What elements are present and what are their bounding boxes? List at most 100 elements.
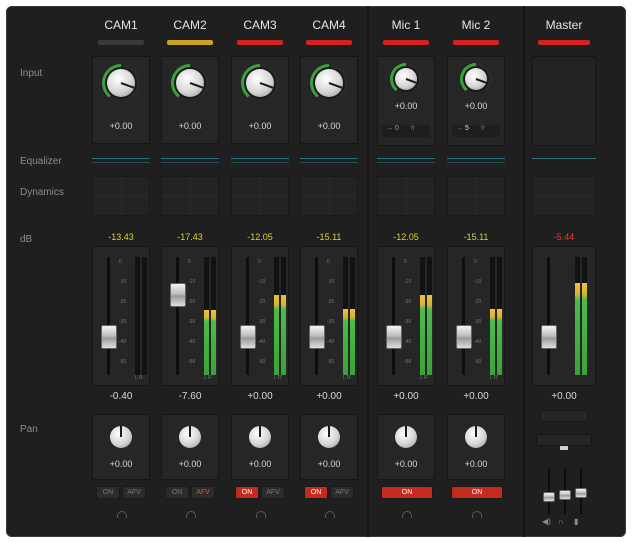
- fader-panel: 0 -10 -20 -30 -40 -50 L R: [231, 246, 289, 386]
- dynamics-graph[interactable]: [447, 176, 505, 216]
- afv-button[interactable]: AFV: [122, 486, 146, 499]
- channel-tally-bar: [383, 40, 429, 45]
- monitor-fader[interactable]: [575, 488, 587, 498]
- monitor-fader[interactable]: [543, 492, 555, 502]
- afv-button[interactable]: AFV: [261, 486, 285, 499]
- equalizer-graph[interactable]: [300, 158, 358, 159]
- headphones-icon[interactable]: [325, 511, 335, 518]
- headphones-icon[interactable]: [186, 511, 196, 518]
- equalizer-graph-line: [300, 162, 358, 163]
- input-gain-panel: +0.00: [92, 56, 150, 144]
- headphones-icon[interactable]: [256, 511, 266, 518]
- channel-name: Mic 1: [391, 18, 421, 32]
- pan-value: +0.00: [317, 459, 341, 469]
- microphone-icon[interactable]: ▮: [574, 517, 578, 526]
- dynamics-graph[interactable]: [532, 176, 596, 216]
- channel-strip: CAM3 +0.00 -12.05 0 -10 -20 -30 -40 -50 L R +0.00 +…: [227, 6, 293, 537]
- audio-delay-control[interactable]: → 0 fr: [382, 125, 430, 137]
- master-option-button[interactable]: [540, 410, 588, 422]
- dynamics-graph[interactable]: [161, 176, 219, 216]
- pan-value: +0.00: [109, 459, 133, 469]
- on-button[interactable]: ON: [304, 486, 328, 499]
- monitor-level-indicator: [560, 446, 568, 450]
- equalizer-graph[interactable]: [92, 158, 150, 159]
- afv-button[interactable]: AFV: [191, 486, 215, 499]
- equalizer-graph[interactable]: [447, 158, 505, 159]
- fader-track: [315, 257, 318, 375]
- input-gain-value: +0.00: [109, 121, 133, 131]
- fader-panel: 0 -10 -20 -30 -40 -50 L R: [92, 246, 150, 386]
- level-meter: [135, 257, 140, 375]
- pan-knob-indicator: [259, 426, 261, 437]
- channel-strip: Mic 1 +0.00 → 0 fr -12.05 0 -10 -20 -30 -40 -50 L R…: [373, 6, 439, 537]
- fader-level-value: +0.00: [393, 391, 419, 402]
- equalizer-graph[interactable]: [377, 158, 435, 159]
- fader-scale-tick: -40: [119, 339, 127, 345]
- master-strip: Master -5.44 +0.00 ◀) ∩ ▮: [528, 6, 600, 537]
- equalizer-graph[interactable]: [161, 158, 219, 159]
- input-gain-value: +0.00: [317, 121, 341, 131]
- pan-knob-indicator: [475, 426, 477, 437]
- level-meter: [490, 257, 495, 375]
- fader-scale-tick: 0: [327, 259, 330, 265]
- pan-value: +0.00: [178, 459, 202, 469]
- dynamics-graph[interactable]: [92, 176, 150, 216]
- dynamics-grid-v: [190, 177, 191, 215]
- pan-panel: +0.00: [92, 414, 150, 480]
- meter-channel-label: L R: [135, 375, 143, 381]
- headphones-icon[interactable]: [402, 511, 412, 518]
- pan-knob-indicator: [328, 426, 330, 437]
- headphones-icon[interactable]: ∩: [558, 517, 564, 526]
- equalizer-graph[interactable]: [231, 158, 289, 159]
- on-button[interactable]: ON: [165, 486, 189, 499]
- fader-panel: 0 -10 -20 -30 -40 -50 L R: [300, 246, 358, 386]
- fader-scale-tick: -40: [474, 339, 482, 345]
- input-gain-panel: +0.00 → 5 fr: [447, 56, 505, 146]
- peak-level-readout: -17.43: [177, 232, 203, 242]
- fader-scale-tick: -30: [327, 319, 335, 325]
- pan-panel: +0.00: [377, 414, 435, 480]
- dynamics-graph[interactable]: [300, 176, 358, 216]
- level-meter-fill: [490, 309, 495, 375]
- pan-value: +0.00: [464, 459, 488, 469]
- dynamics-graph[interactable]: [377, 176, 435, 216]
- master-volume-fader[interactable]: [541, 325, 557, 349]
- on-button[interactable]: ON: [96, 486, 120, 499]
- on-button[interactable]: ON: [451, 486, 503, 499]
- dynamics-grid-v: [406, 177, 407, 215]
- input-gain-value: +0.00: [248, 121, 272, 131]
- speaker-icon[interactable]: ◀): [542, 517, 551, 526]
- equalizer-graph[interactable]: [532, 158, 596, 159]
- channel-name: CAM4: [312, 18, 346, 32]
- level-meter: [497, 257, 502, 375]
- volume-fader[interactable]: [240, 325, 256, 349]
- channel-name: Mic 2: [461, 18, 491, 32]
- section-divider: [523, 6, 525, 537]
- dynamics-graph[interactable]: [231, 176, 289, 216]
- equalizer-graph-line: [447, 162, 505, 163]
- master-monitor-button[interactable]: [536, 434, 592, 446]
- volume-fader[interactable]: [170, 283, 186, 307]
- fader-level-value: +0.00: [463, 391, 489, 402]
- monitor-fader[interactable]: [559, 490, 571, 500]
- level-meter-fill: [582, 283, 587, 375]
- fader-track: [462, 257, 465, 375]
- headphones-icon[interactable]: [117, 511, 127, 518]
- on-button[interactable]: ON: [235, 486, 259, 499]
- on-button[interactable]: ON: [381, 486, 433, 499]
- audio-delay-control[interactable]: → 5 fr: [452, 125, 500, 137]
- level-meter-fill: [343, 309, 348, 375]
- fader-scale-tick: -40: [188, 339, 196, 345]
- delay-arrow-icon: →: [456, 125, 465, 132]
- volume-fader[interactable]: [309, 325, 325, 349]
- channel-tally-bar: [306, 40, 352, 45]
- volume-fader[interactable]: [101, 325, 117, 349]
- pan-panel: +0.00: [447, 414, 505, 480]
- volume-fader[interactable]: [456, 325, 472, 349]
- afv-button[interactable]: AFV: [330, 486, 354, 499]
- headphones-icon[interactable]: [472, 511, 482, 518]
- fader-track: [547, 257, 550, 375]
- volume-fader[interactable]: [386, 325, 402, 349]
- channel-name: CAM2: [173, 18, 207, 32]
- level-meter: [142, 257, 147, 375]
